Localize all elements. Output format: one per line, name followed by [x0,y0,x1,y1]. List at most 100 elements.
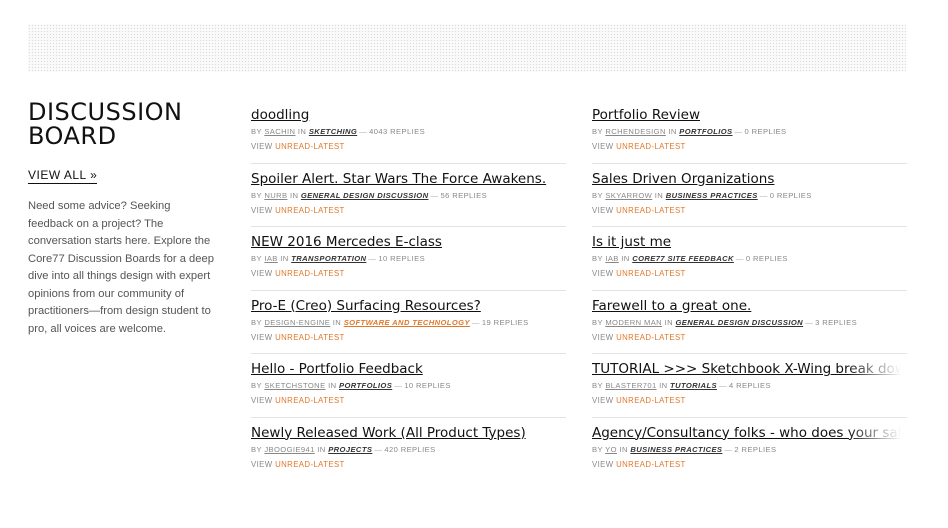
unread-link[interactable]: UNREAD [616,460,651,469]
post-title-link[interactable]: TUTORIAL >>> Sketchbook X-Wing break dow… [592,360,907,378]
post-title-link[interactable]: NEW 2016 Mercedes E-class [251,233,566,251]
post-category-link[interactable]: PROJECTS [328,445,372,454]
by-label: BY [592,190,603,200]
meta-separator: — [805,317,814,327]
by-label: BY [592,254,603,263]
post-author-link[interactable]: BLASTER701 [605,381,656,390]
reply-count: 56 REPLIES [440,190,488,200]
latest-link[interactable]: LATEST [313,333,344,342]
view-label: VIEW [592,142,614,151]
unread-link[interactable]: UNREAD [616,333,651,342]
reply-count: 420 REPLIES [384,444,436,454]
latest-link[interactable]: LATEST [313,460,344,469]
post-title-link[interactable]: Spoiler Alert. Star Wars The Force Awake… [251,170,566,188]
post-category-link[interactable]: SKETCHING [309,127,357,136]
post-category-link[interactable]: BUSINESS PRACTICES [666,191,758,200]
post-title-link[interactable]: Is it just me [592,233,907,251]
post-author-link[interactable]: NURB [264,191,287,200]
unread-link[interactable]: UNREAD [275,206,310,215]
unread-link[interactable]: UNREAD [275,396,310,405]
post-category-link[interactable]: CORE77 SITE FEEDBACK [632,254,734,263]
post-title-link[interactable]: Hello - Portfolio Feedback [251,360,566,378]
post-category-link[interactable]: PORTFOLIOS [679,127,732,136]
post-links: VIEW UNREAD-LATEST [592,205,907,217]
unread-link[interactable]: UNREAD [616,396,651,405]
view-label: VIEW [251,142,273,151]
post-author-link[interactable]: MODERN MAN [605,318,662,327]
unread-link[interactable]: UNREAD [275,142,310,151]
post-category-link[interactable]: BUSINESS PRACTICES [630,445,722,454]
in-label: IN [332,317,342,327]
post-title-link[interactable]: Sales Driven Organizations [592,170,907,188]
post-category-link[interactable]: GENERAL DESIGN DISCUSSION [675,318,803,327]
post-category-link[interactable]: SOFTWARE AND TECHNOLOGY [344,318,470,327]
reply-count: 2 REPLIES [734,444,777,454]
unread-link[interactable]: UNREAD [275,460,310,469]
by-label: BY [592,444,603,454]
post-title-link[interactable]: Pro-E (Creo) Surfacing Resources? [251,297,566,315]
post-title-link[interactable]: Portfolio Review [592,106,907,124]
discussion-sidebar: DISCUSSION BOARD VIEW ALL » Need some ad… [28,100,218,338]
latest-link[interactable]: LATEST [654,396,685,405]
post-links: VIEW UNREAD-LATEST [592,141,907,153]
post-links: VIEW UNREAD-LATEST [251,459,566,471]
post-category-link[interactable]: GENERAL DESIGN DISCUSSION [301,191,429,200]
posts-column-right: Portfolio Review BY RCHENDESIGN IN PORTFO… [592,100,907,481]
latest-link[interactable]: LATEST [654,142,685,151]
view-all-link[interactable]: VIEW ALL » [28,168,98,184]
post-links: VIEW UNREAD-LATEST [592,395,907,407]
unread-link[interactable]: UNREAD [616,142,651,151]
post-author-link[interactable]: SKYARROW [605,191,652,200]
section-title-line1: DISCUSSION [28,98,183,126]
post-category-link[interactable]: TUTORIALS [670,381,717,390]
post-author-link[interactable]: IAB [605,254,618,263]
reply-count: 3 REPLIES [815,317,858,327]
discussion-post: doodling BY SACHIN IN SKETCHING —4043 REPL… [251,100,566,164]
by-label: BY [592,317,603,327]
post-author-link[interactable]: JBOOGIE941 [264,445,314,454]
post-author-link[interactable]: YO [605,445,617,454]
latest-link[interactable]: LATEST [654,206,685,215]
in-label: IN [668,127,677,136]
unread-link[interactable]: UNREAD [275,333,310,342]
latest-link[interactable]: LATEST [654,333,685,342]
dotted-banner [28,24,906,72]
latest-link[interactable]: LATEST [654,460,685,469]
latest-link[interactable]: LATEST [654,269,685,278]
post-author-link[interactable]: RCHENDESIGN [605,127,666,136]
post-title-link[interactable]: Agency/Consultancy folks - who does your… [592,424,907,442]
post-meta: BY IAB IN TRANSPORTATION —10 REPLIES [251,253,566,265]
view-label: VIEW [592,205,614,215]
section-title-line2: BOARD [28,122,117,150]
post-author-link[interactable]: DESIGN-ENGINE [264,318,330,327]
latest-link[interactable]: LATEST [313,396,344,405]
post-title-link[interactable]: doodling [251,106,566,124]
latest-link[interactable]: LATEST [313,206,344,215]
by-label: BY [251,254,262,263]
post-title-link[interactable]: Newly Released Work (All Product Types) [251,424,566,442]
latest-link[interactable]: LATEST [313,269,344,278]
post-author-link[interactable]: SKETCHSTONE [264,381,325,390]
post-meta: BY BLASTER701 IN TUTORIALS —4 REPLIES [592,380,907,392]
post-category-link[interactable]: PORTFOLIOS [339,381,392,390]
view-label: VIEW [592,396,614,405]
unread-link[interactable]: UNREAD [275,269,310,278]
view-label: VIEW [592,459,614,469]
meta-separator: — [759,190,768,200]
post-author-link[interactable]: IAB [264,254,277,263]
post-title-link[interactable]: Farewell to a great one. [592,297,907,315]
post-meta: BY DESIGN-ENGINE IN SOFTWARE AND TECHNOL… [251,317,566,329]
in-label: IN [280,254,289,263]
latest-link[interactable]: LATEST [313,142,344,151]
post-links: VIEW UNREAD-LATEST [251,268,566,280]
post-meta: BY YO IN BUSINESS PRACTICES —2 REPLIES [592,444,907,456]
meta-separator: — [368,254,377,263]
meta-separator: — [471,317,480,327]
unread-link[interactable]: UNREAD [616,206,651,215]
posts-column-left: doodling BY SACHIN IN SKETCHING —4043 REPL… [251,100,566,481]
in-label: IN [654,190,664,200]
post-category-link[interactable]: TRANSPORTATION [291,254,366,263]
meta-separator: — [735,254,744,263]
unread-link[interactable]: UNREAD [616,269,651,278]
post-author-link[interactable]: SACHIN [264,127,295,136]
